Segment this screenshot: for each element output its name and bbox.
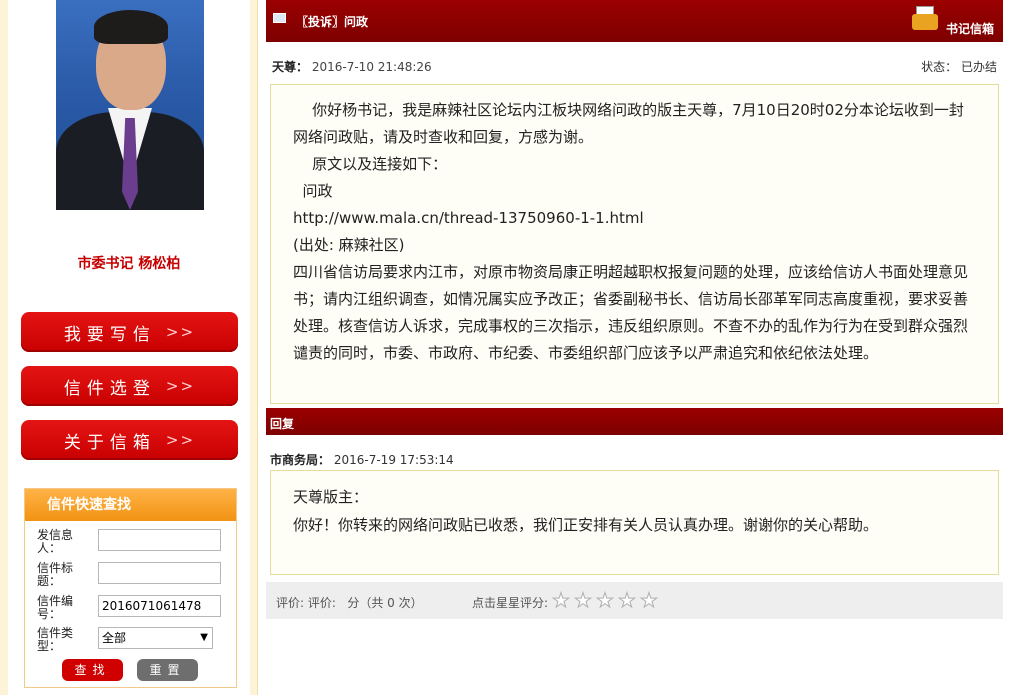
star-icon[interactable]: ★	[574, 588, 596, 613]
star-icon[interactable]: ★	[640, 588, 662, 613]
letter-paragraph: 你好杨书记，我是麻辣社区论坛内江板块网络问政的版主天尊，7月10日20时02分本…	[293, 101, 964, 146]
letter-author: 天尊：	[272, 60, 309, 74]
star-icon[interactable]: ★	[552, 588, 574, 613]
letter-type-value: 全部	[102, 631, 127, 645]
letter-paragraph: 原文以及连接如下：	[293, 155, 448, 173]
type-label: 信件类型：	[37, 626, 74, 653]
reply-paragraph: 天尊版主：	[293, 488, 369, 506]
star-icon[interactable]: ★	[596, 588, 618, 613]
letter-meta: 天尊： 2016-7-10 21:48:26 状态： 已办结	[272, 58, 997, 75]
letter-paragraph: 问政	[293, 182, 333, 200]
letter-title-input[interactable]	[98, 562, 221, 584]
source-link[interactable]: http://www.mala.cn/thread-13750960-1-1.h…	[293, 205, 976, 232]
chevron-right-icon: >>	[165, 323, 196, 341]
reply-header-bar: 回复	[266, 408, 1003, 435]
star-icon[interactable]: ★	[618, 588, 640, 613]
chevron-right-icon: >>	[165, 377, 196, 395]
sender-input[interactable]	[98, 529, 221, 551]
letter-paragraph: (出处: 麻辣社区)	[293, 236, 405, 254]
selected-letters-button[interactable]: 信件选登 >>	[21, 366, 238, 406]
chevron-right-icon: >>	[165, 431, 196, 449]
reply-author: 市商务局：	[270, 453, 331, 467]
about-mailbox-button[interactable]: 关于信箱 >>	[21, 420, 238, 460]
reset-button[interactable]: 重置	[137, 659, 198, 681]
quick-search-title: 信件快速查找	[25, 489, 236, 521]
star-rating: ★ ★ ★ ★ ★	[552, 588, 662, 613]
secretary-name: 市委书记 杨松柏	[77, 256, 181, 272]
letter-paragraph: 四川省信访局要求内江市，对原市物资局康正明超越职权报复问题的处理，应该给信访人书…	[293, 263, 969, 362]
reply-paragraph: 你好！你转来的网络问政贴已收悉，我们正安排有关人员认真办理。谢谢你的关心帮助。	[293, 516, 879, 534]
secretary-photo	[56, 0, 204, 210]
letter-category-title: 〖投诉〗问政	[296, 15, 369, 29]
mailbox-label[interactable]: 书记信箱	[946, 20, 994, 37]
photo-hair	[94, 10, 168, 44]
letter-number-input[interactable]	[98, 595, 221, 617]
letter-type-select[interactable]: 全部 ▼	[98, 627, 213, 649]
mail-icon	[273, 13, 286, 23]
reply-date: 2016-7-19 17:53:14	[333, 453, 454, 467]
mailbox-tray	[912, 14, 938, 30]
about-mailbox-label: 关于信箱	[63, 432, 156, 453]
letter-date: 2016-7-10 21:48:26	[311, 60, 432, 74]
mailbox-icon	[910, 4, 940, 32]
selected-letters-label: 信件选登	[63, 378, 156, 399]
status-label: 状态：	[921, 60, 958, 74]
reply-title: 回复	[270, 417, 295, 431]
find-button[interactable]: 查找	[62, 659, 123, 681]
rating-summary: 评价: 评价: 分（共 0 次）	[276, 596, 423, 610]
reply-body: 天尊版主： 你好！你转来的网络问政贴已收悉，我们正安排有关人员认真办理。谢谢你的…	[270, 470, 999, 575]
dropdown-arrow-icon: ▼	[200, 632, 208, 643]
write-letter-button[interactable]: 我要写信 >>	[21, 312, 238, 352]
status-value: 已办结	[960, 60, 997, 74]
sender-label: 发信息人：	[37, 528, 74, 555]
rating-prompt: 点击星星评分:	[472, 596, 549, 610]
write-letter-label: 我要写信	[63, 324, 156, 345]
number-label: 信件编号：	[37, 594, 74, 621]
letter-header-bar: 〖投诉〗问政 书记信箱	[266, 0, 1003, 42]
left-sidebar: 市委书记 杨松柏 我要写信 >> 信件选登 >> 关于信箱 >> 信件快速查找 …	[0, 0, 258, 695]
status-badge: 状态： 已办结	[921, 58, 997, 75]
rating-bar: 评价: 评价: 分（共 0 次） 点击星星评分: ★ ★ ★ ★ ★	[266, 582, 1003, 619]
quick-search-panel: 信件快速查找 发信息人： 信件标题： 信件编号： 信件类型： 全部 ▼ 查找 重…	[24, 488, 237, 688]
title-label: 信件标题：	[37, 561, 74, 588]
letter-body: 你好杨书记，我是麻辣社区论坛内江板块网络问政的版主天尊，7月10日20时02分本…	[270, 84, 999, 404]
reply-meta: 市商务局： 2016-7-19 17:53:14	[270, 451, 454, 468]
